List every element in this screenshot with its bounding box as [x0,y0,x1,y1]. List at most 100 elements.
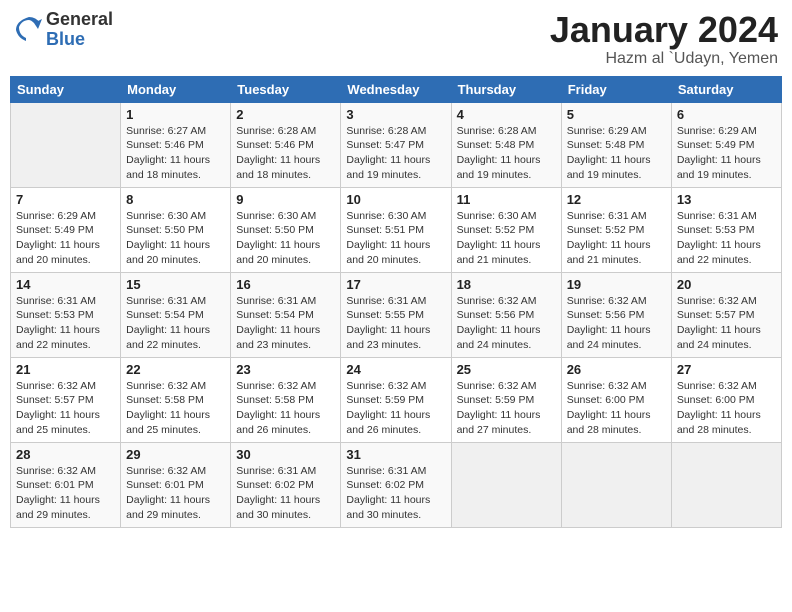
day-number: 14 [16,277,115,292]
weekday-header-saturday: Saturday [671,76,781,102]
day-info: Sunrise: 6:29 AMSunset: 5:49 PMDaylight:… [677,124,776,183]
day-number: 8 [126,192,225,207]
week-row-2: 7 Sunrise: 6:29 AMSunset: 5:49 PMDaylight… [11,187,782,272]
day-info: Sunrise: 6:30 AMSunset: 5:50 PMDaylight:… [126,209,225,268]
day-info: Sunrise: 6:30 AMSunset: 5:50 PMDaylight:… [236,209,335,268]
week-row-4: 21 Sunrise: 6:32 AMSunset: 5:57 PMDayligh… [11,357,782,442]
week-row-5: 28Sunrise: 6:32 AMSunset: 6:01 PMDayligh… [11,442,782,527]
day-number: 20 [677,277,776,292]
calendar-table: SundayMondayTuesdayWednesdayThursdayFrid… [10,76,782,528]
calendar-cell [11,102,121,187]
day-info: Sunrise: 6:32 AMSunset: 6:01 PMDaylight:… [126,464,225,523]
day-number: 2 [236,107,335,122]
logo-icon [14,15,44,45]
calendar-cell [451,442,561,527]
day-number: 4 [457,107,556,122]
day-number: 31 [346,447,445,462]
title-section: January 2024 Hazm al `Udayn, Yemen [550,10,778,68]
calendar-cell: 31 Sunrise: 6:31 AMSunset: 6:02 PMDayligh… [341,442,451,527]
day-info: Sunrise: 6:28 AMSunset: 5:46 PMDaylight:… [236,124,335,183]
day-info: Sunrise: 6:30 AMSunset: 5:51 PMDaylight:… [346,209,445,268]
calendar-cell: 1 Sunrise: 6:27 AMSunset: 5:46 PMDaylight… [121,102,231,187]
day-info: Sunrise: 6:32 AMSunset: 5:59 PMDaylight:… [346,379,445,438]
logo-text: General Blue [46,10,113,50]
calendar-cell: 15 Sunrise: 6:31 AMSunset: 5:54 PMDayligh… [121,272,231,357]
day-info: Sunrise: 6:31 AMSunset: 5:54 PMDaylight:… [126,294,225,353]
calendar-cell [671,442,781,527]
day-info: Sunrise: 6:30 AMSunset: 5:52 PMDaylight:… [457,209,556,268]
day-number: 19 [567,277,666,292]
calendar-cell: 16 Sunrise: 6:31 AMSunset: 5:54 PMDayligh… [231,272,341,357]
location-subtitle: Hazm al `Udayn, Yemen [550,50,778,68]
day-number: 5 [567,107,666,122]
day-info: Sunrise: 6:32 AMSunset: 5:58 PMDaylight:… [126,379,225,438]
day-info: Sunrise: 6:27 AMSunset: 5:46 PMDaylight:… [126,124,225,183]
calendar-cell: 20 Sunrise: 6:32 AMSunset: 5:57 PMDayligh… [671,272,781,357]
weekday-header-sunday: Sunday [11,76,121,102]
day-info: Sunrise: 6:32 AMSunset: 6:01 PMDaylight:… [16,464,115,523]
day-info: Sunrise: 6:31 AMSunset: 5:52 PMDaylight:… [567,209,666,268]
calendar-cell: 29 Sunrise: 6:32 AMSunset: 6:01 PMDayligh… [121,442,231,527]
calendar-cell: 10Sunrise: 6:30 AMSunset: 5:51 PMDayligh… [341,187,451,272]
day-info: Sunrise: 6:32 AMSunset: 6:00 PMDaylight:… [567,379,666,438]
week-row-1: 1 Sunrise: 6:27 AMSunset: 5:46 PMDaylight… [11,102,782,187]
day-number: 6 [677,107,776,122]
day-number: 27 [677,362,776,377]
calendar-cell: 28Sunrise: 6:32 AMSunset: 6:01 PMDayligh… [11,442,121,527]
logo: General Blue [14,10,113,50]
day-info: Sunrise: 6:32 AMSunset: 5:57 PMDaylight:… [677,294,776,353]
day-info: Sunrise: 6:32 AMSunset: 6:00 PMDaylight:… [677,379,776,438]
calendar-cell: 18 Sunrise: 6:32 AMSunset: 5:56 PMDayligh… [451,272,561,357]
calendar-cell: 3 Sunrise: 6:28 AMSunset: 5:47 PMDaylight… [341,102,451,187]
day-info: Sunrise: 6:32 AMSunset: 5:56 PMDaylight:… [457,294,556,353]
day-number: 9 [236,192,335,207]
calendar-cell: 25Sunrise: 6:32 AMSunset: 5:59 PMDayligh… [451,357,561,442]
calendar-cell: 14 Sunrise: 6:31 AMSunset: 5:53 PMDayligh… [11,272,121,357]
month-title: January 2024 [550,10,778,50]
day-number: 7 [16,192,115,207]
day-info: Sunrise: 6:31 AMSunset: 6:02 PMDaylight:… [236,464,335,523]
day-info: Sunrise: 6:29 AMSunset: 5:48 PMDaylight:… [567,124,666,183]
calendar-cell: 24Sunrise: 6:32 AMSunset: 5:59 PMDayligh… [341,357,451,442]
day-info: Sunrise: 6:28 AMSunset: 5:48 PMDaylight:… [457,124,556,183]
day-number: 26 [567,362,666,377]
day-number: 29 [126,447,225,462]
calendar-cell: 8 Sunrise: 6:30 AMSunset: 5:50 PMDaylight… [121,187,231,272]
day-info: Sunrise: 6:31 AMSunset: 5:53 PMDaylight:… [16,294,115,353]
day-number: 11 [457,192,556,207]
week-row-3: 14 Sunrise: 6:31 AMSunset: 5:53 PMDayligh… [11,272,782,357]
calendar-cell: 21 Sunrise: 6:32 AMSunset: 5:57 PMDayligh… [11,357,121,442]
day-info: Sunrise: 6:32 AMSunset: 5:59 PMDaylight:… [457,379,556,438]
weekday-header-monday: Monday [121,76,231,102]
calendar-cell: 6 Sunrise: 6:29 AMSunset: 5:49 PMDaylight… [671,102,781,187]
day-number: 3 [346,107,445,122]
day-info: Sunrise: 6:31 AMSunset: 6:02 PMDaylight:… [346,464,445,523]
day-number: 21 [16,362,115,377]
day-number: 13 [677,192,776,207]
day-info: Sunrise: 6:31 AMSunset: 5:54 PMDaylight:… [236,294,335,353]
day-info: Sunrise: 6:29 AMSunset: 5:49 PMDaylight:… [16,209,115,268]
weekday-header-row: SundayMondayTuesdayWednesdayThursdayFrid… [11,76,782,102]
weekday-header-wednesday: Wednesday [341,76,451,102]
day-number: 1 [126,107,225,122]
day-info: Sunrise: 6:31 AMSunset: 5:55 PMDaylight:… [346,294,445,353]
day-number: 16 [236,277,335,292]
weekday-header-friday: Friday [561,76,671,102]
logo-blue: Blue [46,30,113,50]
day-info: Sunrise: 6:28 AMSunset: 5:47 PMDaylight:… [346,124,445,183]
calendar-cell: 30Sunrise: 6:31 AMSunset: 6:02 PMDayligh… [231,442,341,527]
day-info: Sunrise: 6:32 AMSunset: 5:57 PMDaylight:… [16,379,115,438]
calendar-cell: 23Sunrise: 6:32 AMSunset: 5:58 PMDayligh… [231,357,341,442]
calendar-cell: 26 Sunrise: 6:32 AMSunset: 6:00 PMDayligh… [561,357,671,442]
calendar-cell: 22Sunrise: 6:32 AMSunset: 5:58 PMDayligh… [121,357,231,442]
day-info: Sunrise: 6:32 AMSunset: 5:58 PMDaylight:… [236,379,335,438]
calendar-cell: 19 Sunrise: 6:32 AMSunset: 5:56 PMDayligh… [561,272,671,357]
calendar-cell: 2 Sunrise: 6:28 AMSunset: 5:46 PMDaylight… [231,102,341,187]
day-number: 15 [126,277,225,292]
calendar-cell: 5 Sunrise: 6:29 AMSunset: 5:48 PMDaylight… [561,102,671,187]
day-number: 12 [567,192,666,207]
calendar-cell: 9 Sunrise: 6:30 AMSunset: 5:50 PMDaylight… [231,187,341,272]
weekday-header-thursday: Thursday [451,76,561,102]
day-number: 18 [457,277,556,292]
day-info: Sunrise: 6:32 AMSunset: 5:56 PMDaylight:… [567,294,666,353]
